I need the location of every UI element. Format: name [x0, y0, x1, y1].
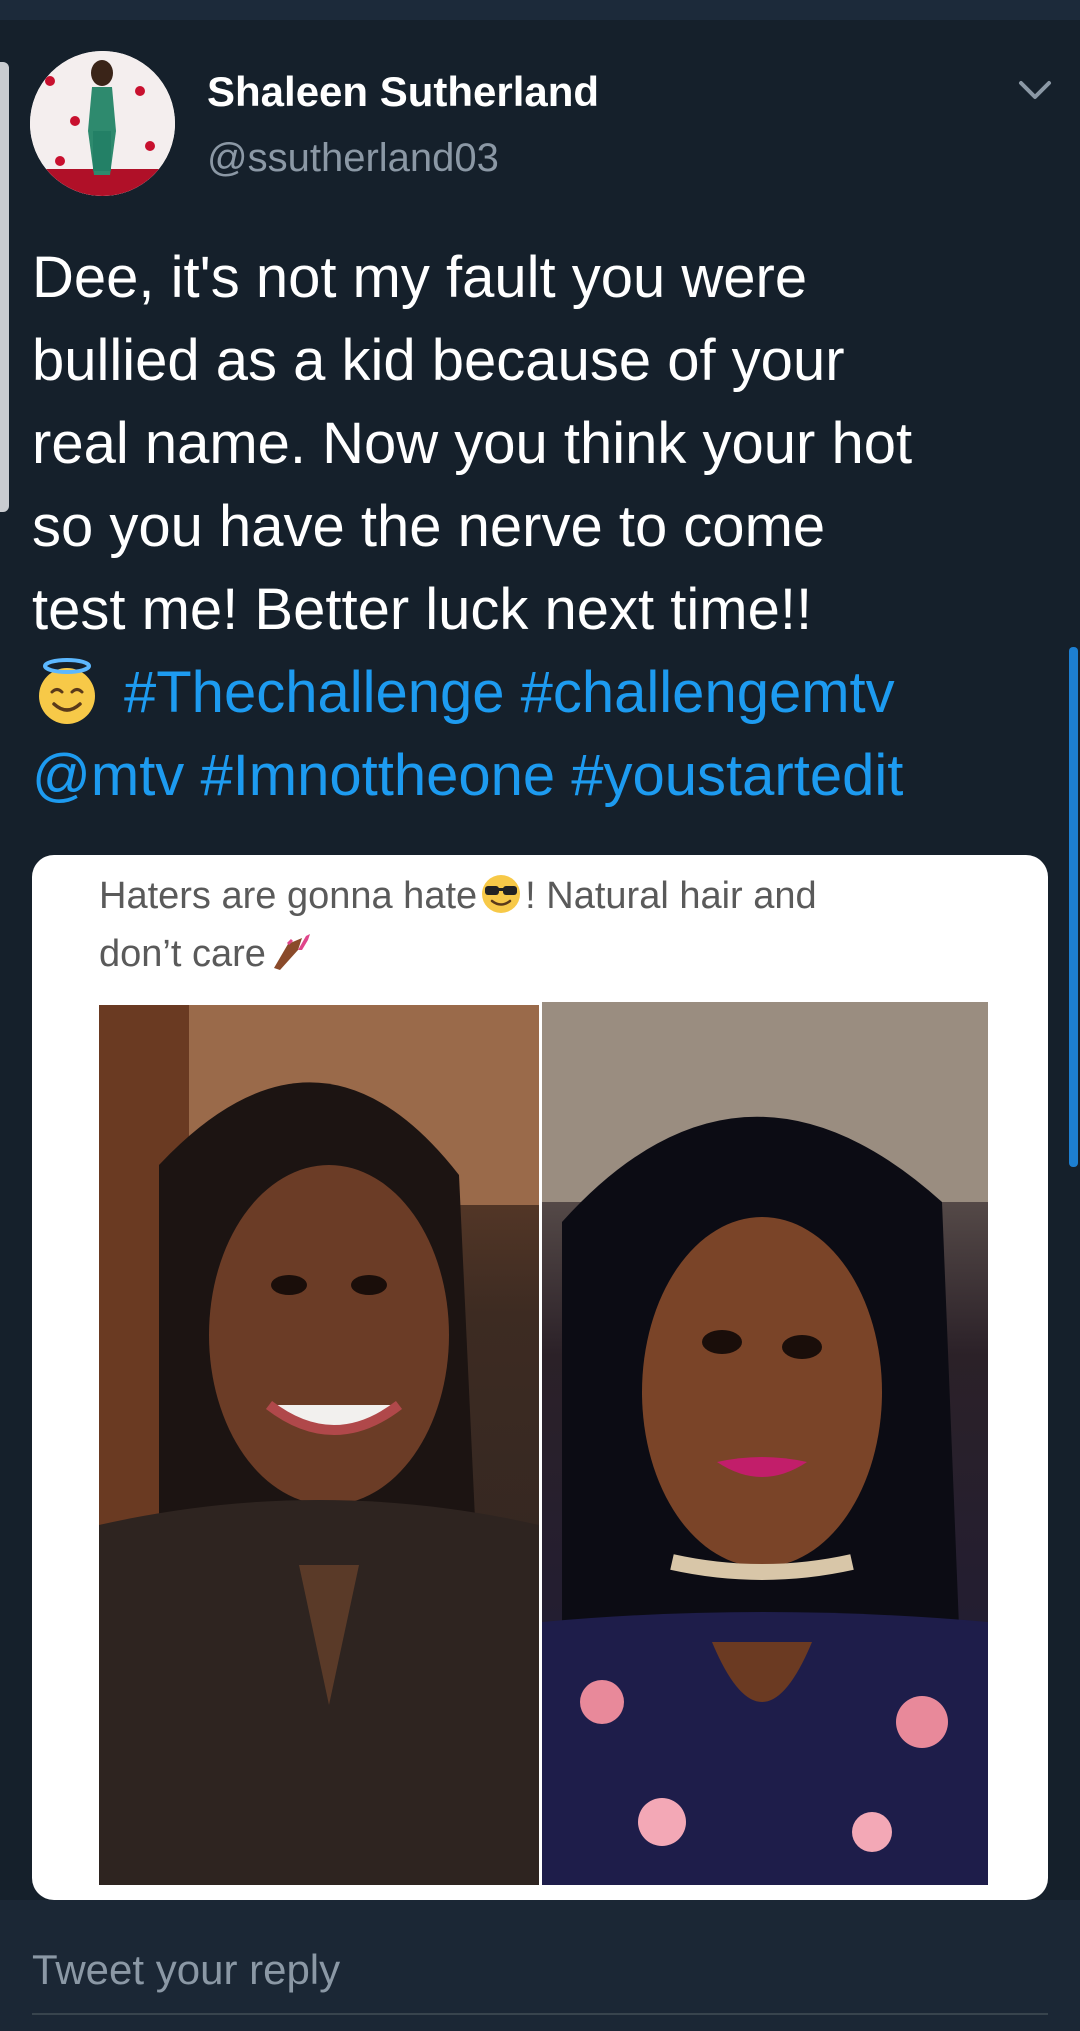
- avatar-photo: [30, 51, 175, 196]
- tweet-text-line: so you have the nerve to come: [32, 494, 826, 559]
- hashtag-link[interactable]: #Imnottheone: [200, 743, 555, 808]
- hashtag-link[interactable]: #youstartedit: [571, 743, 903, 808]
- tweet-text-line: bullied as a kid because of your: [32, 328, 845, 393]
- photo-left-illustration: [99, 1005, 539, 1885]
- tweet-hashtag-line: #Thechallenge #challengemtv: [32, 651, 1062, 734]
- tweet-text-line: Dee, it's not my fault you were: [32, 245, 808, 310]
- user-handle[interactable]: @ssutherland03: [207, 136, 499, 181]
- display-name[interactable]: Shaleen Sutherland: [207, 68, 599, 116]
- photo-right-illustration: [542, 1002, 988, 1885]
- tweet-text: Dee, it's not my fault you were bullied …: [32, 236, 1062, 817]
- reply-bar: [0, 1900, 1080, 2031]
- selfie-photo-right: [542, 1002, 988, 1885]
- media-caption: Haters are gonna hate ! Natural hair and…: [99, 867, 979, 983]
- reply-input-underline: [32, 2013, 1048, 2015]
- media-caption-line: don’t care: [99, 925, 979, 983]
- hashtag-link[interactable]: #Thechallenge: [124, 660, 505, 725]
- status-bar: [0, 0, 1080, 20]
- tweet-media[interactable]: Haters are gonna hate ! Natural hair and…: [32, 855, 1048, 1900]
- tweet-text-line: real name. Now you think your hot: [32, 411, 913, 476]
- smiling-face-with-halo-icon: [39, 658, 95, 724]
- selfie-photo-left: [99, 1005, 539, 1885]
- media-caption-text: don’t care: [99, 933, 266, 975]
- media-caption-text: Haters are gonna hate: [99, 875, 478, 917]
- media-caption-text: ! Natural hair and: [525, 875, 817, 917]
- avatar[interactable]: [30, 51, 175, 196]
- media-caption-line: Haters are gonna hate ! Natural hair and: [99, 867, 979, 925]
- mention-link[interactable]: @mtv: [32, 743, 184, 808]
- chevron-down-icon[interactable]: [1017, 78, 1053, 102]
- tweet-text-line: test me! Better luck next time!!: [32, 577, 813, 642]
- scrollbar[interactable]: [1069, 647, 1078, 1167]
- reply-input[interactable]: [32, 1937, 1048, 2003]
- tweet-hashtag-line: @mtv #Imnottheone #youstartedit: [32, 734, 1062, 817]
- nail-polish-icon: [273, 934, 310, 970]
- left-scroll-indicator: [0, 62, 9, 512]
- smiling-face-with-sunglasses-icon: [482, 875, 521, 913]
- hashtag-link[interactable]: #challengemtv: [521, 660, 895, 725]
